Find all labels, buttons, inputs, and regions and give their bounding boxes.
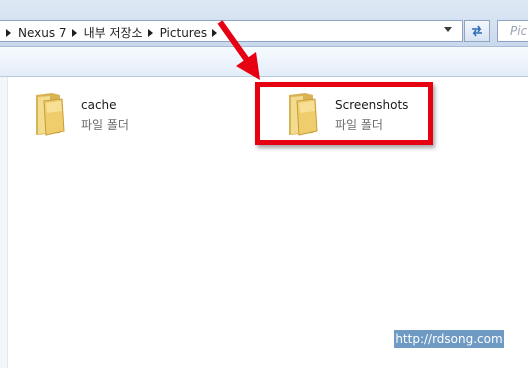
- annotation-arrow-icon: [217, 20, 260, 80]
- watermark: http://rdsong.com: [394, 330, 504, 348]
